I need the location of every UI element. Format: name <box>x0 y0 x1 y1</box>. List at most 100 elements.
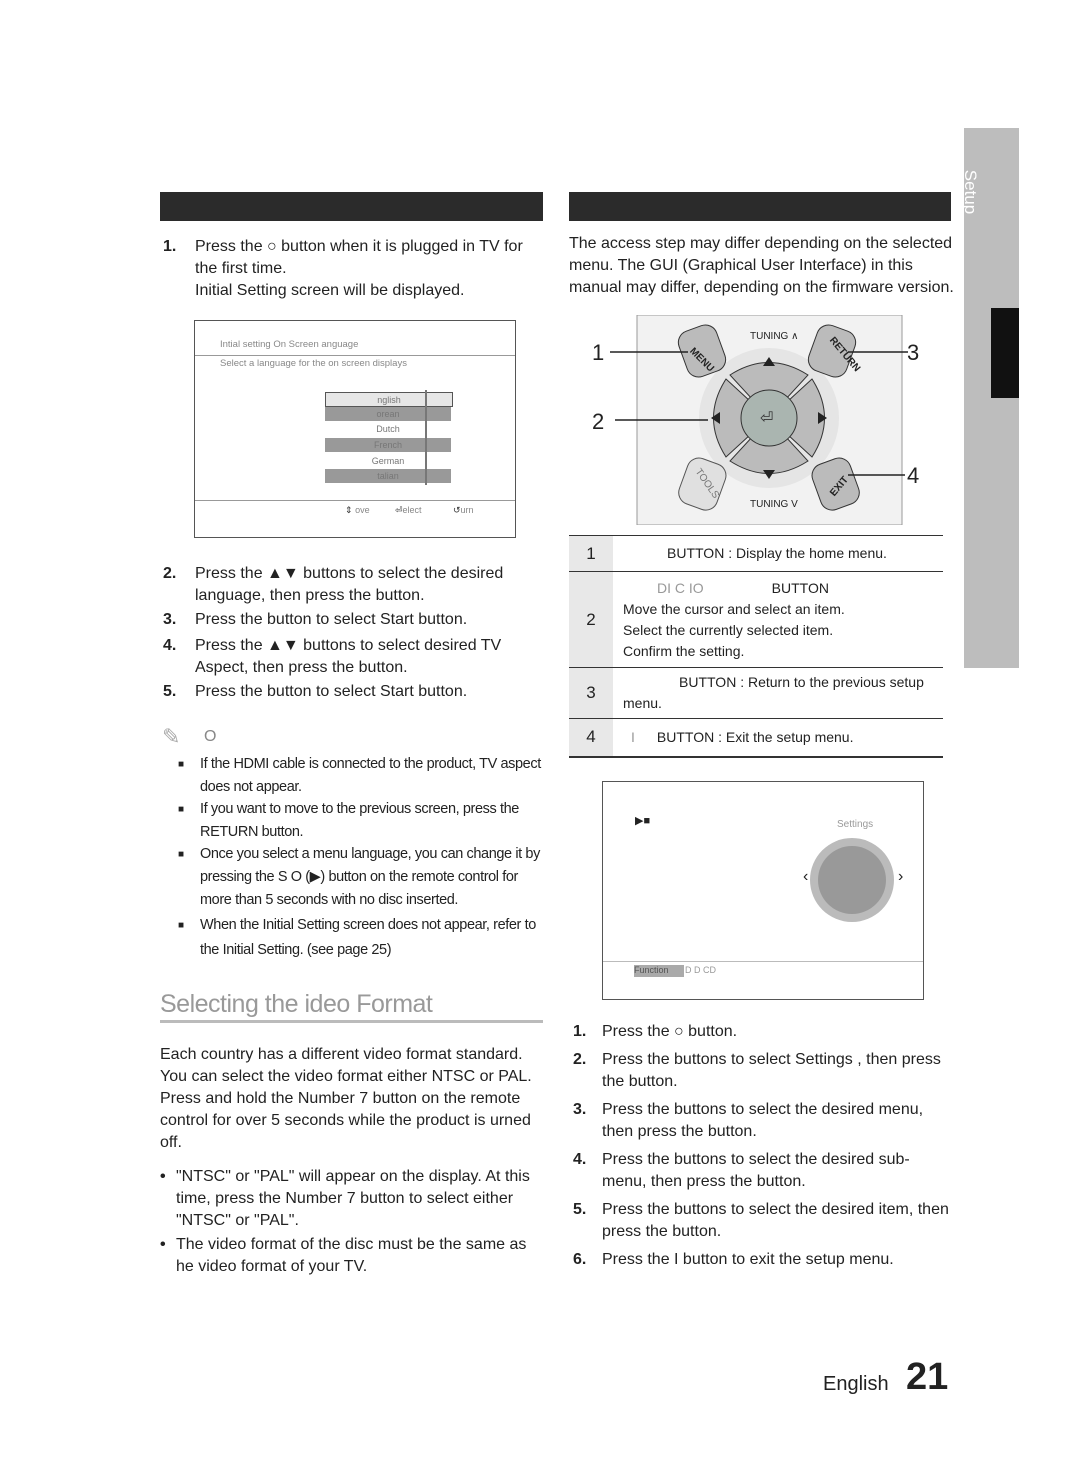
step-text: Press the buttons to select Settings , t… <box>602 1051 941 1090</box>
row-desc: DI C IO BUTTON Move the cursor and select… <box>613 571 943 668</box>
row-number: 3 <box>569 667 613 719</box>
table-row: 3 BUTTON : Return to the previous setup m… <box>569 667 943 719</box>
bullet-text: "NTSC" or "PAL" will appear on the displ… <box>176 1168 530 1229</box>
row-heading: DI C IO <box>657 579 704 596</box>
step-number: 3. <box>163 611 177 628</box>
footer-language: English <box>823 1373 889 1395</box>
scrollbar[interactable] <box>425 390 427 485</box>
callout-1: 1 <box>592 340 604 365</box>
intro-text: The access step may differ depending on … <box>569 235 954 296</box>
function-badge[interactable]: Function <box>634 965 684 977</box>
step-number: 5. <box>573 1201 587 1218</box>
note-item: ■ If you want to move to the previous scr… <box>178 798 543 844</box>
language-option[interactable]: nglish <box>325 392 453 407</box>
row-text: BUTTON : Display the home menu. <box>667 545 887 561</box>
remote-control-illustration: ⏎ MENU RETURN TOOLS EXIT TUNING ∧ TUNING… <box>592 315 919 525</box>
bullet-icon: ■ <box>178 849 184 860</box>
tuning-down-label: TUNING V <box>750 499 798 510</box>
step-text: Press the I button to exit the setup men… <box>602 1251 894 1268</box>
table-row: 4 I BUTTON : Exit the setup menu. <box>569 718 943 757</box>
step-text: Press the buttons to select the desired … <box>602 1151 910 1190</box>
step: 1. Press the ○ button. <box>573 1021 953 1043</box>
side-tab-marker <box>991 308 1019 398</box>
step-subtext: Initial Setting screen will be displayed… <box>195 282 465 299</box>
row-heading-2: BUTTON <box>771 579 829 596</box>
bullet-icon: ■ <box>178 920 184 931</box>
language-option[interactable]: talian <box>325 469 451 483</box>
step-number: 1. <box>573 1023 587 1040</box>
note-text: If you want to move to the previous scre… <box>200 801 519 840</box>
step-text: Press the ○ button. <box>602 1023 738 1040</box>
tuning-up-label: TUNING ∧ <box>750 331 798 342</box>
row-line: Confirm the setting. <box>623 642 745 659</box>
bullet-item: • The video format of the disc must be th… <box>160 1234 545 1278</box>
language-option[interactable]: French <box>325 438 451 452</box>
step-1: 1. Press the ○ button when it is plugged… <box>163 236 543 302</box>
table-row: 1 BUTTON : Display the home menu. <box>569 535 943 572</box>
home-menu-screen: ▶■ Settings ‹ › Function D D CD <box>602 781 924 1000</box>
step-number: 2. <box>163 565 177 582</box>
step-text: Press the ▲▼ buttons to select the desir… <box>195 565 504 604</box>
return-icon: ↺ <box>453 505 461 515</box>
note-item: ■ Once you select a menu language, you ca… <box>178 843 543 912</box>
step: 2. Press the buttons to select Settings ,… <box>573 1049 953 1093</box>
step-text: Press the buttons to select the desired … <box>602 1101 924 1140</box>
step-text: Press the button to select Start button. <box>195 683 468 700</box>
note-text: Once you select a menu language, you can… <box>200 846 540 908</box>
title-underline <box>160 1020 543 1023</box>
row-desc: BUTTON : Return to the previous setup me… <box>613 667 943 719</box>
settings-label: Settings <box>837 819 874 830</box>
up-down-icon: ⇕ <box>345 505 353 515</box>
enter-icon: ⏎ <box>395 505 403 515</box>
bullet-icon: ■ <box>178 804 184 815</box>
play-stop-icon: ▶■ <box>635 815 651 827</box>
note-text: If the HDMI cable is connected to the pr… <box>200 756 541 795</box>
screen-subtitle: Select a language for the on screen disp… <box>220 358 407 369</box>
row-desc: BUTTON : Display the home menu. <box>613 535 943 572</box>
table-row: 2 DI C IO BUTTON Move the cursor and sele… <box>569 571 943 668</box>
step-number: 5. <box>163 683 177 700</box>
chevron-left-icon[interactable]: ‹ <box>803 868 808 886</box>
select-hint-label: elect <box>402 505 422 515</box>
step-text: Press the ○ button when it is plugged in… <box>195 238 523 277</box>
step-number: 4. <box>573 1151 587 1168</box>
return-hint-label: urn <box>460 505 474 515</box>
bullet-item: • "NTSC" or "PAL" will appear on the disp… <box>160 1166 545 1232</box>
manual-page: Setup 1. Press the ○ button when it is p… <box>0 0 1080 1479</box>
section-body: Each country has a different video forma… <box>160 1046 532 1151</box>
return-hint: ↺urn <box>453 505 474 516</box>
bullet-text: The video format of the disc must be the… <box>176 1236 527 1275</box>
chevron-right-icon[interactable]: › <box>898 868 903 886</box>
step-text: Press the ▲▼ buttons to select desired T… <box>195 637 502 676</box>
select-hint: ⏎elect <box>395 505 422 516</box>
svg-text:⏎: ⏎ <box>760 410 773 427</box>
step-number: 2. <box>573 1051 587 1068</box>
step: 4. Press the buttons to select the desire… <box>573 1149 953 1193</box>
step-number: 6. <box>573 1251 587 1268</box>
bullet-icon: • <box>160 1236 166 1253</box>
settings-dial[interactable] <box>810 838 894 922</box>
note-item: ■ If the HDMI cable is connected to the p… <box>178 753 543 799</box>
row-line: Move the cursor and select an item. <box>623 600 845 617</box>
language-option[interactable]: Dutch <box>325 422 451 436</box>
section-header-bar <box>569 192 951 221</box>
step: 3. Press the button to select Start butto… <box>163 609 533 631</box>
page-number: 21 <box>906 1356 949 1398</box>
row-number: 1 <box>569 535 613 572</box>
row-desc: I BUTTON : Exit the setup menu. <box>613 718 943 757</box>
row-text: BUTTON : Return to the previous setup me… <box>623 674 924 711</box>
step-number: 3. <box>573 1101 587 1118</box>
step: 3. Press the buttons to select the desire… <box>573 1099 953 1143</box>
button-table: 1 BUTTON : Display the home menu. 2 DI C … <box>569 535 943 758</box>
disc-types: D D CD <box>685 965 716 975</box>
step-text: Press the buttons to select the desired … <box>602 1201 949 1240</box>
language-option[interactable]: German <box>325 454 451 468</box>
callout-4: 4 <box>907 463 919 488</box>
step-text: Press the button to select Start button. <box>195 611 468 628</box>
row-number: 4 <box>569 718 613 757</box>
move-hint-label: ove <box>355 505 370 515</box>
bullet-icon: ■ <box>178 759 184 770</box>
bullet-icon: • <box>160 1168 166 1185</box>
divider <box>195 355 515 356</box>
language-option[interactable]: orean <box>325 407 451 421</box>
